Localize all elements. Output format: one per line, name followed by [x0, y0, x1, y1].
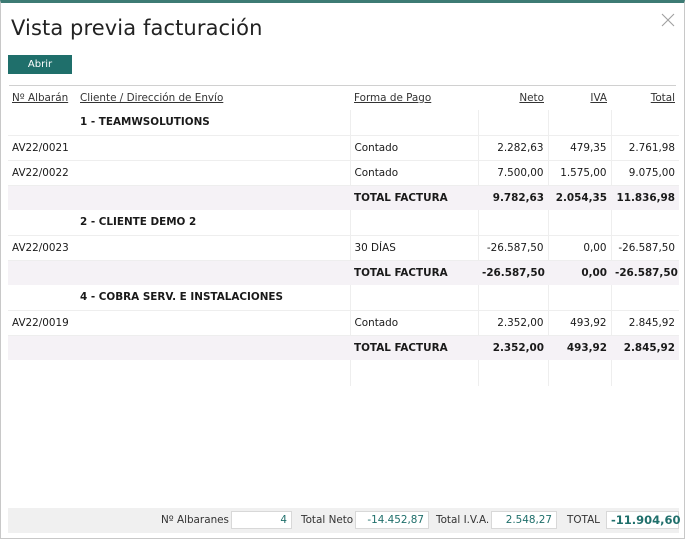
group-name: 4 - COBRA SERV. E INSTALACIONES — [76, 285, 351, 311]
table-row[interactable]: AV22/0021 Contado 2.282,63 479,35 2.761,… — [8, 135, 679, 161]
cell-neto: 2.352,00 — [478, 310, 549, 336]
summary-footer: Nº Albaranes 4 Total Neto -14.452,87 Tot… — [8, 508, 681, 533]
cell-forma-pago: Contado — [350, 160, 479, 186]
cell-neto: 7.500,00 — [478, 160, 549, 186]
invoice-total-row[interactable]: TOTAL FACTURA 9.782,63 2.054,35 11.836,9… — [8, 185, 679, 210]
cell-iva: 479,35 — [548, 135, 612, 161]
total-total: 2.845,92 — [611, 335, 679, 360]
total-iva-label: Total I.V.A. — [436, 514, 490, 526]
total-iva: 493,92 — [548, 335, 611, 360]
group-header-row[interactable]: 4 - COBRA SERV. E INSTALACIONES — [8, 285, 679, 311]
total-neto: 2.352,00 — [478, 335, 548, 360]
total-iva: 2.054,35 — [548, 185, 611, 210]
albaranes-count-label: Nº Albaranes — [161, 514, 229, 526]
total-neto: 9.782,63 — [478, 185, 548, 210]
empty-row — [8, 360, 679, 386]
cell-iva: 0,00 — [548, 235, 612, 261]
cell-albaran: AV22/0021 — [8, 135, 76, 161]
grand-total-field[interactable]: -11.904,60 — [606, 511, 681, 529]
col-header-forma-pago[interactable]: Forma de Pago — [350, 86, 478, 110]
cell-neto: -26.587,50 — [478, 235, 549, 261]
group-header-row[interactable]: 1 - TEAMWSOLUTIONS — [8, 110, 679, 136]
albaranes-count-field[interactable]: 4 — [231, 511, 292, 529]
total-neto-field[interactable]: -14.452,87 — [355, 511, 429, 529]
col-header-iva[interactable]: IVA — [548, 86, 611, 110]
table-row[interactable]: AV22/0023 30 DÍAS -26.587,50 0,00 -26.58… — [8, 235, 679, 261]
group-header-row[interactable]: 2 - CLIENTE DEMO 2 — [8, 210, 679, 236]
open-button[interactable]: Abrir — [8, 55, 72, 74]
cell-forma-pago: Contado — [350, 310, 479, 336]
col-header-cliente[interactable]: Cliente / Dirección de Envío — [76, 86, 350, 110]
cell-forma-pago: 30 DÍAS — [350, 235, 479, 261]
total-total: -26.587,50 — [611, 260, 679, 285]
col-header-total[interactable]: Total — [611, 86, 679, 110]
cell-forma-pago: Contado — [350, 135, 479, 161]
total-label: TOTAL FACTURA — [350, 185, 478, 210]
group-name: 1 - TEAMWSOLUTIONS — [76, 110, 351, 136]
total-total: 11.836,98 — [611, 185, 679, 210]
cell-neto: 2.282,63 — [478, 135, 549, 161]
group-name: 2 - CLIENTE DEMO 2 — [76, 210, 351, 236]
total-iva: 0,00 — [548, 260, 611, 285]
cell-albaran: AV22/0023 — [8, 235, 76, 261]
cell-iva: 493,92 — [548, 310, 612, 336]
total-label: TOTAL FACTURA — [350, 260, 478, 285]
cell-total: -26.587,50 — [611, 235, 679, 261]
total-iva-field[interactable]: 2.548,27 — [491, 511, 557, 529]
window-title: Vista previa facturación — [11, 16, 263, 40]
total-neto-label: Total Neto — [301, 514, 354, 526]
cell-total: 2.845,92 — [611, 310, 679, 336]
invoice-total-row[interactable]: TOTAL FACTURA -26.587,50 0,00 -26.587,50 — [8, 260, 679, 285]
invoice-total-row[interactable]: TOTAL FACTURA 2.352,00 493,92 2.845,92 — [8, 335, 679, 360]
invoice-preview-table: Nº Albarán Cliente / Dirección de Envío … — [8, 86, 679, 386]
cell-total: 2.761,98 — [611, 135, 679, 161]
total-label: TOTAL FACTURA — [350, 335, 478, 360]
cell-total: 9.075,00 — [611, 160, 679, 186]
total-neto: -26.587,50 — [478, 260, 548, 285]
grand-total-label: TOTAL — [567, 514, 600, 526]
cell-albaran: AV22/0019 — [8, 310, 76, 336]
table-row[interactable]: AV22/0019 Contado 2.352,00 493,92 2.845,… — [8, 310, 679, 336]
cell-albaran: AV22/0022 — [8, 160, 76, 186]
cell-iva: 1.575,00 — [548, 160, 612, 186]
table-row[interactable]: AV22/0022 Contado 7.500,00 1.575,00 9.07… — [8, 160, 679, 186]
table-header-row: Nº Albarán Cliente / Dirección de Envío … — [8, 86, 679, 110]
col-header-albaran[interactable]: Nº Albarán — [8, 86, 76, 110]
close-icon[interactable] — [660, 12, 676, 28]
col-header-neto[interactable]: Neto — [478, 86, 548, 110]
